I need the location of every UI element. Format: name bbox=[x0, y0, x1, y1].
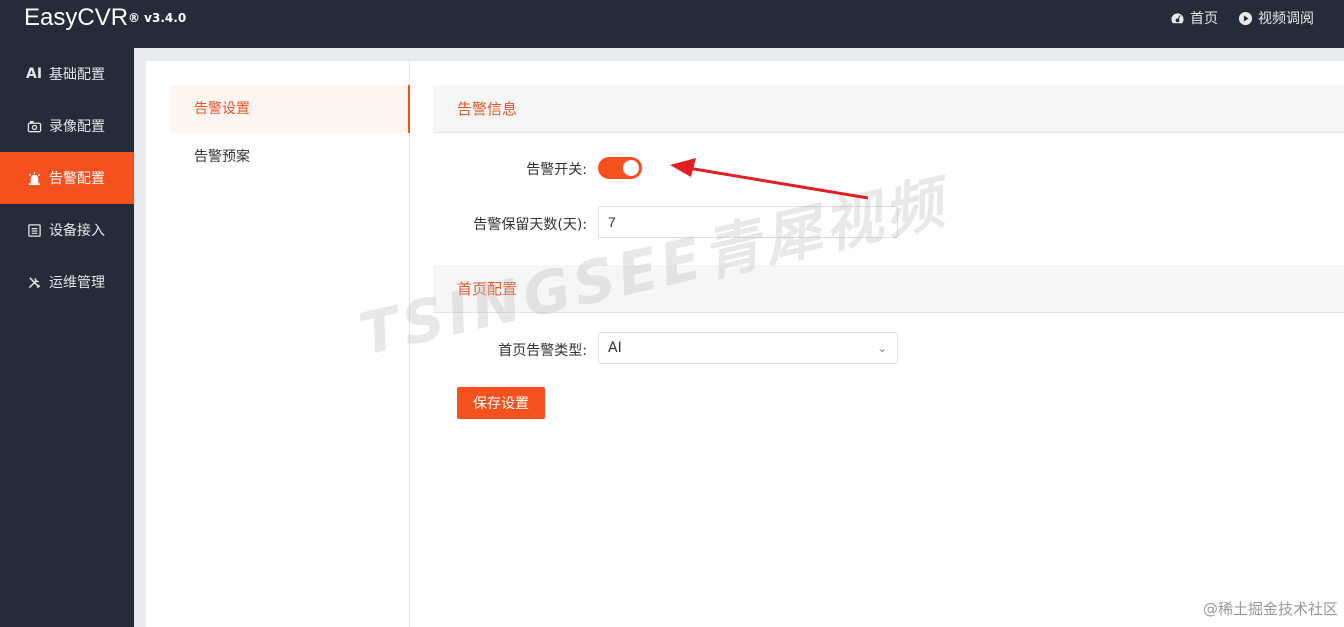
play-circle-icon bbox=[1238, 11, 1253, 25]
sidebar-item-record-config[interactable]: 录像配置 bbox=[0, 100, 134, 152]
alarm-subnav: 告警设置 告警预案 bbox=[170, 61, 410, 627]
camera-icon bbox=[26, 118, 42, 134]
tools-icon bbox=[26, 274, 42, 290]
sidebar-item-basic-config[interactable]: AI 基础配置 bbox=[0, 48, 134, 100]
retention-row: 告警保留天数(天): bbox=[433, 167, 1344, 245]
sidebar-item-alarm-config[interactable]: 告警配置 bbox=[0, 152, 134, 204]
sidebar-item-label: 设备接入 bbox=[49, 223, 105, 239]
subnav-alarm-settings[interactable]: 告警设置 bbox=[170, 85, 410, 133]
retention-label: 告警保留天数(天): bbox=[473, 217, 587, 233]
top-nav-video[interactable]: 视频调阅 bbox=[1238, 8, 1314, 28]
save-row: 保存设置 bbox=[433, 373, 1344, 423]
alarm-type-label: 首页告警类型: bbox=[498, 343, 587, 359]
app-version: ® v3.4.0 bbox=[128, 11, 187, 25]
ai-icon: AI bbox=[25, 66, 43, 82]
sidebar: AI 基础配置 录像配置 告警配置 设备接入 运维管理 bbox=[0, 48, 134, 627]
section-title-alarm-info: 告警信息 bbox=[433, 85, 1344, 133]
alarm-type-value: AI bbox=[608, 340, 622, 356]
chevron-down-icon: ⌄ bbox=[876, 341, 887, 355]
top-nav-home[interactable]: 首页 bbox=[1170, 8, 1218, 28]
alarm-type-select[interactable]: AI ⌄ bbox=[598, 332, 898, 364]
site-credit: @稀土掘金技术社区 bbox=[1202, 600, 1338, 618]
section-title-home-config: 首页配置 bbox=[433, 265, 1344, 313]
alarm-switch-row: 告警开关: bbox=[433, 133, 1344, 179]
app-title: EasyCVR bbox=[24, 4, 129, 31]
alarm-icon bbox=[26, 170, 42, 186]
top-nav: 首页 视频调阅 bbox=[1170, 8, 1314, 28]
settings-content: 告警信息 告警开关: 告警保留天数(天): 首页配置 首页告警类型: AI ⌄ … bbox=[433, 85, 1344, 423]
dashboard-icon bbox=[1170, 11, 1185, 24]
alarm-type-row: 首页告警类型: AI ⌄ bbox=[433, 313, 1344, 373]
top-nav-video-label: 视频调阅 bbox=[1258, 11, 1314, 27]
subnav-alarm-plan[interactable]: 告警预案 bbox=[170, 133, 409, 181]
top-header: EasyCVR ® v3.4.0 首页 视频调阅 bbox=[0, 0, 1344, 48]
sidebar-item-device-access[interactable]: 设备接入 bbox=[0, 204, 134, 256]
save-settings-button[interactable]: 保存设置 bbox=[457, 387, 545, 419]
sidebar-item-label: 基础配置 bbox=[49, 67, 105, 83]
sidebar-item-label: 告警配置 bbox=[49, 171, 105, 187]
sidebar-item-label: 运维管理 bbox=[49, 275, 105, 291]
retention-days-input[interactable] bbox=[598, 206, 898, 238]
main-panel: 告警设置 告警预案 告警信息 告警开关: 告警保留天数(天): 首页配置 首页告… bbox=[146, 61, 1344, 627]
sidebar-item-label: 录像配置 bbox=[49, 119, 105, 135]
device-list-icon bbox=[26, 222, 42, 238]
top-nav-home-label: 首页 bbox=[1190, 11, 1218, 27]
sidebar-item-ops[interactable]: 运维管理 bbox=[0, 256, 134, 308]
